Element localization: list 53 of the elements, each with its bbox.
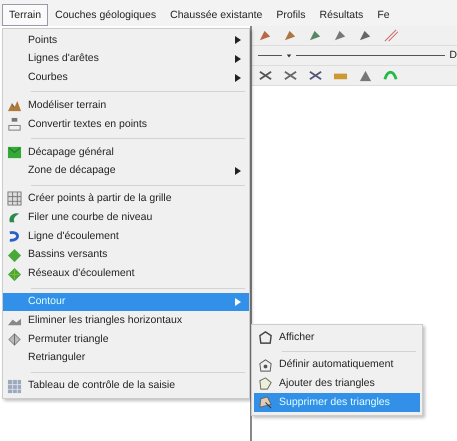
menu-item[interactable]: Retrianguler — [3, 348, 249, 368]
menu-item[interactable]: Couches géologiques — [48, 4, 164, 26]
remove-triangle-icon — [258, 395, 273, 410]
menu-item[interactable]: Bassins versants — [3, 246, 249, 265]
submenu-arrow-icon — [235, 298, 241, 306]
menu-item[interactable]: Afficher — [254, 328, 420, 347]
menu-item[interactable]: Courbes — [3, 68, 249, 88]
dropdown-arrow-icon — [286, 52, 292, 60]
menu-item[interactable]: Convertir textes en points — [3, 115, 249, 134]
submenu-arrow-icon — [235, 55, 241, 64]
network-icon — [7, 266, 22, 282]
swap-triangle-icon — [7, 332, 22, 348]
table-icon — [7, 378, 22, 394]
menu-item[interactable]: Zone de décapage — [3, 162, 249, 181]
menu-item[interactable]: Créer points à partir de la grille — [3, 190, 249, 208]
grid-icon — [7, 191, 22, 206]
terrain-icon — [7, 98, 22, 114]
flow-line-icon — [7, 229, 22, 244]
menu-item[interactable]: Terrain — [2, 4, 48, 26]
menu-item[interactable]: Décapage général — [3, 142, 249, 162]
add-triangle-icon — [258, 376, 273, 392]
tool-icon — [333, 28, 348, 43]
menu-item[interactable]: Résultats — [312, 4, 370, 26]
auto-outline-icon — [258, 358, 273, 373]
menu-item[interactable]: Filer une courbe de niveau — [3, 208, 249, 228]
diamond-icon — [7, 248, 22, 263]
menu-item[interactable]: Ligne d'écoulement — [3, 227, 249, 246]
submenu-arrow-icon — [235, 74, 241, 82]
menu-item[interactable]: Définir automatiquement — [254, 356, 420, 375]
outline-icon — [258, 330, 273, 345]
menu-item[interactable]: Tableau de contrôle de la saisie — [3, 376, 249, 396]
text-points-icon — [7, 117, 22, 132]
tool-icon — [258, 68, 273, 83]
menu-item[interactable]: Chaussée existante — [163, 4, 270, 26]
tool-icon — [358, 28, 373, 43]
tool-icon — [283, 28, 298, 43]
menu-item[interactable]: Ajouter des triangles — [254, 374, 420, 394]
tool-icon — [258, 28, 273, 43]
submenu-arrow-icon — [235, 167, 241, 176]
tool-icon — [308, 68, 323, 83]
menu-item[interactable]: Réseaux d'écoulement — [3, 264, 249, 284]
tool-icon — [308, 28, 323, 43]
toolbar-label: D — [449, 48, 457, 63]
menu-item[interactable]: Permuter triangle — [3, 330, 249, 349]
menu-item[interactable]: Profils — [269, 4, 313, 26]
menu-item[interactable]: Points — [3, 31, 249, 50]
line-tool-icon — [383, 28, 398, 43]
menu-item[interactable]: Eliminer les triangles horizontaux — [3, 311, 249, 330]
tool-icon — [283, 68, 298, 83]
submenu-arrow-icon — [235, 36, 241, 44]
menu-item[interactable]: Lignes d'arêtes — [3, 50, 249, 69]
menu-item[interactable]: Fe — [370, 4, 397, 26]
menu-item[interactable]: Modéliser terrain — [3, 96, 249, 116]
